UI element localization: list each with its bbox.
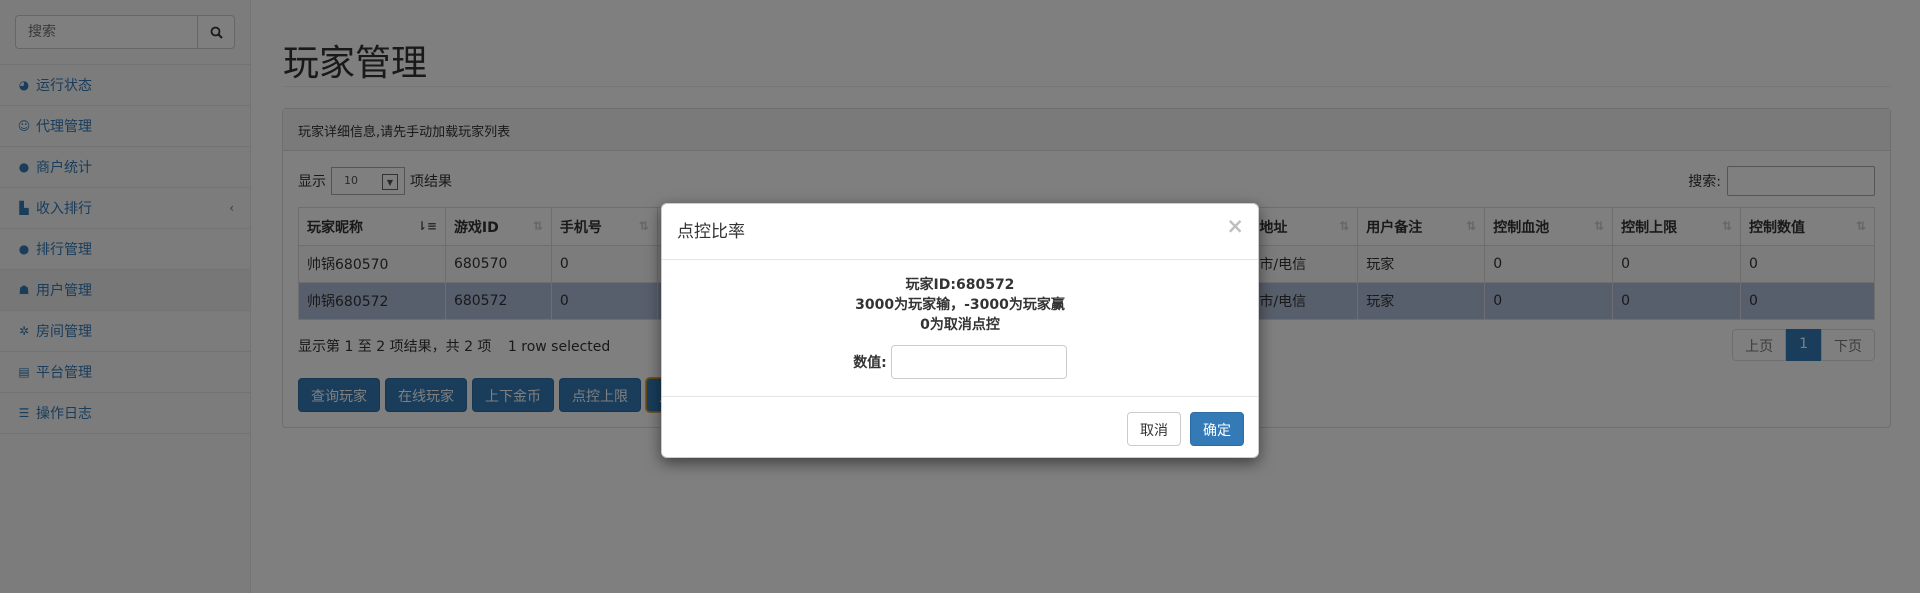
cancel-button[interactable]: 取消	[1127, 412, 1181, 446]
modal-header: 点控比率 ×	[662, 204, 1258, 260]
confirm-button[interactable]: 确定	[1190, 412, 1244, 446]
player-id-text: 玩家ID:680572	[905, 277, 1015, 293]
value-row: 数值:	[677, 345, 1243, 379]
modal-body: 玩家ID:680572 3000为玩家输，-3000为玩家赢 0为取消点控 数值…	[662, 260, 1258, 396]
modal-footer: 取消 确定	[662, 396, 1258, 458]
control-rate-modal: 点控比率 × 玩家ID:680572 3000为玩家输，-3000为玩家赢 0为…	[661, 203, 1259, 458]
value-input[interactable]	[890, 345, 1067, 379]
value-label: 数值:	[853, 355, 887, 371]
close-icon[interactable]: ×	[1226, 214, 1244, 238]
cancel-hint-text: 0为取消点控	[920, 317, 1000, 333]
rate-hint-text: 3000为玩家输，-3000为玩家赢	[855, 297, 1065, 313]
modal-title: 点控比率	[677, 222, 745, 242]
